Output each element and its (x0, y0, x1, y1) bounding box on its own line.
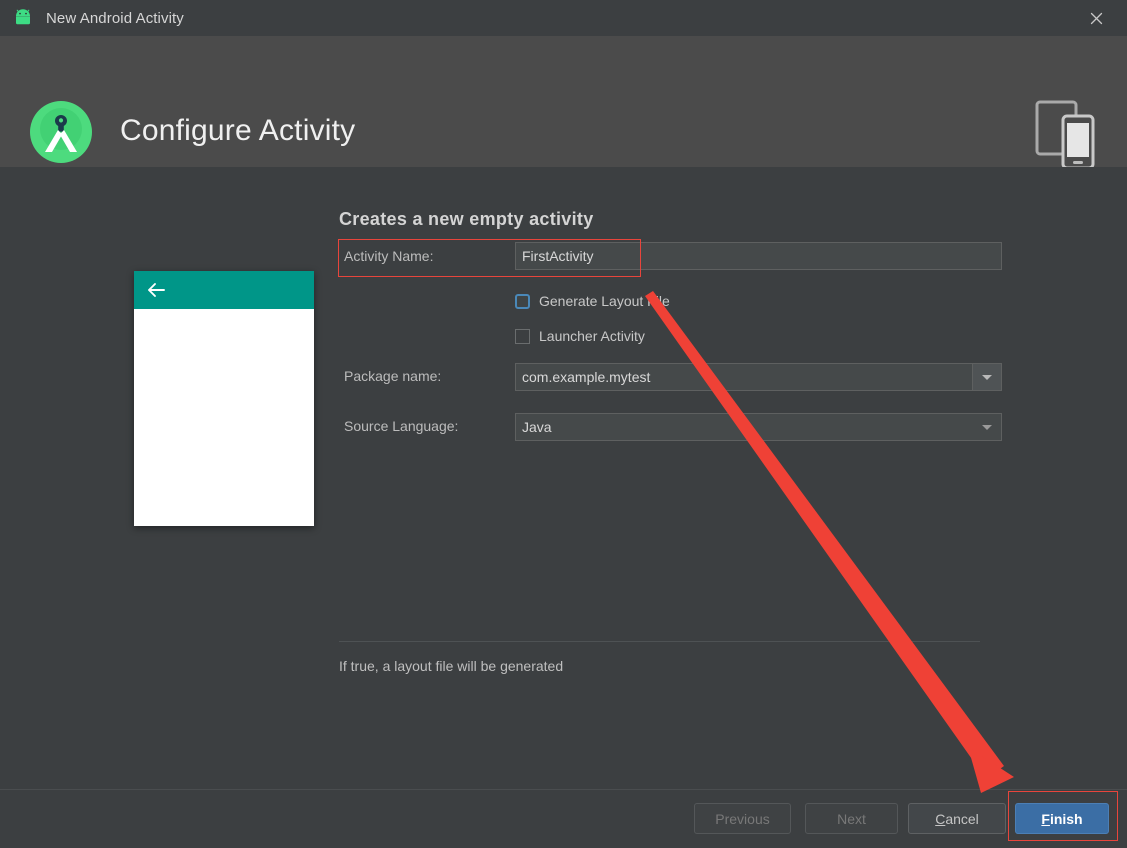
source-language-combobox[interactable]: Java (515, 413, 1002, 441)
field-hint-text: If true, a layout file will be generated (339, 658, 564, 674)
activity-preview-thumbnail (134, 271, 314, 526)
preview-appbar (134, 271, 314, 309)
dialog-footer: Previous Next Cancel Finish (0, 789, 1127, 848)
activity-name-value: FirstActivity (522, 248, 594, 264)
generate-layout-file-checkbox[interactable] (515, 293, 530, 309)
new-android-activity-dialog: New Android Activity Configure Activity (0, 0, 1127, 848)
source-language-value: Java (522, 419, 552, 435)
finish-mnemonic: F (1041, 810, 1050, 827)
package-name-combobox[interactable]: com.example.mytest (515, 363, 1002, 391)
phone-tablet-icon (1030, 94, 1100, 174)
finish-button[interactable]: Finish (1015, 803, 1109, 834)
cancel-label-rest: ancel (945, 810, 979, 827)
package-name-value: com.example.mytest (522, 369, 651, 385)
activity-name-input[interactable]: FirstActivity (515, 242, 1002, 270)
android-robot-icon (12, 7, 34, 29)
android-studio-logo-icon (28, 99, 94, 165)
section-divider (339, 641, 980, 642)
launcher-activity-checkbox[interactable] (515, 328, 530, 344)
finish-label-rest: inish (1049, 810, 1083, 827)
window-title: New Android Activity (46, 9, 184, 27)
cancel-mnemonic: C (935, 810, 946, 827)
activity-name-label: Activity Name: (344, 248, 434, 264)
generate-layout-file-checkbox-row[interactable]: Generate Layout File (515, 291, 670, 311)
form-heading: Creates a new empty activity (339, 209, 594, 229)
launcher-activity-checkbox-row[interactable]: Launcher Activity (515, 326, 645, 346)
launcher-activity-label: Launcher Activity (539, 328, 645, 344)
page-title: Configure Activity (120, 114, 356, 147)
close-icon[interactable] (1065, 0, 1127, 36)
next-button[interactable]: Next (805, 803, 898, 834)
package-name-label: Package name: (344, 368, 442, 384)
window-titlebar: New Android Activity (0, 0, 1127, 37)
cancel-button[interactable]: Cancel (908, 803, 1006, 834)
source-language-label: Source Language: (344, 418, 459, 434)
generate-layout-file-label: Generate Layout File (539, 293, 670, 309)
wizard-body: Creates a new empty activity Activity Na… (0, 167, 1127, 789)
chevron-down-icon[interactable] (972, 364, 1001, 390)
previous-button[interactable]: Previous (694, 803, 791, 834)
chevron-down-icon[interactable] (973, 414, 1001, 440)
arrow-left-icon (146, 281, 166, 299)
wizard-header: Configure Activity (0, 36, 1127, 170)
